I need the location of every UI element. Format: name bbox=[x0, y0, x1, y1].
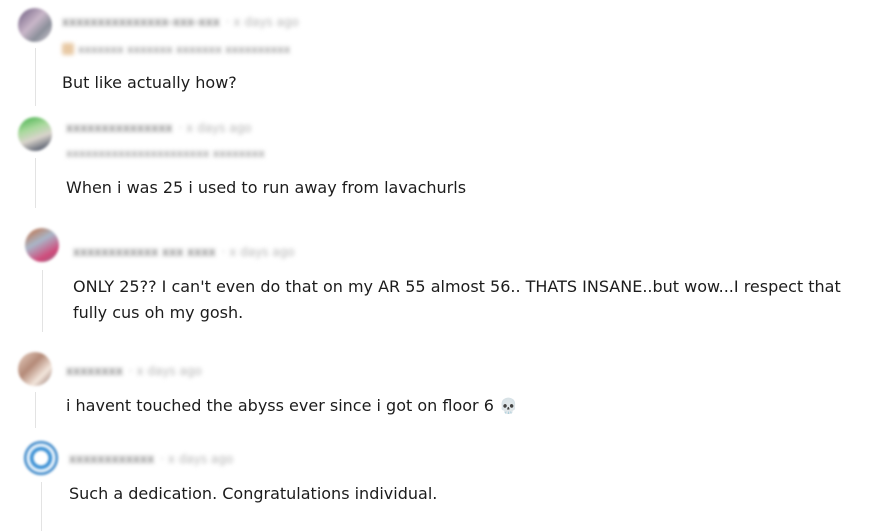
timestamp: · x days ago bbox=[221, 245, 295, 259]
username[interactable]: xxxxxxxxxxxxxxx bbox=[66, 121, 173, 135]
timestamp: · x days ago bbox=[178, 121, 252, 135]
thread-line[interactable] bbox=[35, 158, 36, 208]
comment-meta: xxxxxxxx · x days ago bbox=[66, 364, 202, 378]
flair-text: xxxxxxx xxxxxxx xxxxxxx xxxxxxxxxx bbox=[78, 42, 291, 56]
avatar[interactable] bbox=[18, 117, 52, 151]
thread-line[interactable] bbox=[35, 392, 36, 428]
comment-meta: xxxxxxxxxxxxxxx-xxx-xxx · x days ago bbox=[62, 15, 299, 29]
avatar[interactable] bbox=[18, 352, 52, 386]
username[interactable]: xxxxxxxx bbox=[66, 364, 123, 378]
comment-meta: xxxxxxxxxxxx xxx xxxx · x days ago bbox=[73, 245, 295, 259]
timestamp: · x days ago bbox=[225, 15, 299, 29]
flair-icon bbox=[62, 43, 74, 55]
comment-text: i havent touched the abyss ever since i … bbox=[66, 396, 494, 415]
avatar[interactable] bbox=[25, 228, 59, 262]
username[interactable]: xxxxxxxxxxxxxxx-xxx-xxx bbox=[62, 15, 220, 29]
thread-line[interactable] bbox=[35, 48, 36, 106]
avatar[interactable] bbox=[18, 8, 52, 42]
thread-line[interactable] bbox=[41, 482, 42, 531]
flair-text: xxxxxxxxxxxxxxxxxxxxxx xxxxxxxx bbox=[66, 146, 265, 160]
comment-body: When i was 25 i used to run away from la… bbox=[66, 178, 467, 197]
comment-body: Such a dedication. Congratulations indiv… bbox=[69, 484, 438, 503]
user-flair: xxxxxxxxxxxxxxxxxxxxxx xxxxxxxx bbox=[66, 146, 265, 160]
comment-meta: xxxxxxxxxxxx · x days ago bbox=[69, 452, 233, 466]
user-flair: xxxxxxx xxxxxxx xxxxxxx xxxxxxxxxx bbox=[62, 42, 290, 56]
comment-body: ONLY 25?? I can't even do that on my AR … bbox=[73, 277, 841, 322]
thread-line[interactable] bbox=[42, 270, 43, 332]
comment-body: i havent touched the abyss ever since i … bbox=[66, 393, 518, 419]
skull-icon: 💀 bbox=[498, 397, 518, 415]
comment-body: But like actually how? bbox=[62, 73, 237, 92]
comment-meta: xxxxxxxxxxxxxxx · x days ago bbox=[66, 121, 252, 135]
timestamp: · x days ago bbox=[128, 364, 202, 378]
avatar[interactable] bbox=[24, 441, 58, 475]
comment-thread: xxxxxxxxxxxxxxx-xxx-xxx · x days ago xxx… bbox=[0, 0, 871, 531]
timestamp: · x days ago bbox=[160, 452, 234, 466]
username[interactable]: xxxxxxxxxxxx bbox=[69, 452, 154, 466]
username[interactable]: xxxxxxxxxxxx xxx xxxx bbox=[73, 245, 216, 259]
